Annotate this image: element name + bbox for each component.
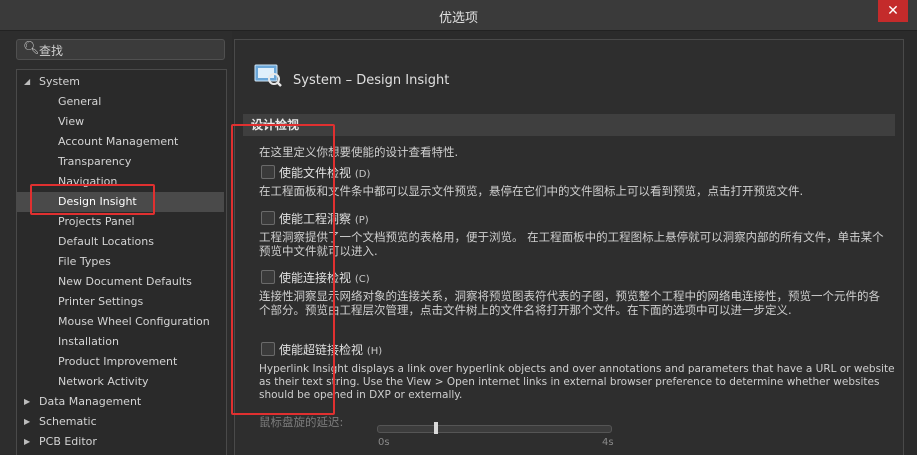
tree-item-transparency[interactable]: Transparency [58, 152, 131, 172]
tree-item-mouse-wheel-configuration[interactable]: Mouse Wheel Configuration [58, 312, 210, 332]
slider-thumb[interactable] [434, 422, 438, 434]
tree-item-account-management[interactable]: Account Management [58, 132, 178, 152]
settings-content: System – Design Insight 设计检视 在这里定义你想要使能的… [234, 39, 904, 455]
enable-project-insight-label[interactable]: 使能工程洞察 (P) [279, 210, 369, 227]
project-insight-description: 工程洞察提供了一个文档预览的表格用，便于浏览。 在工程面板中的工程图标上悬停就可… [259, 230, 884, 258]
tree-item-network-activity[interactable]: Network Activity [58, 372, 149, 392]
enable-connectivity-insight-label[interactable]: 使能连接检视 (C) [279, 269, 370, 286]
tree-item-projects-panel[interactable]: Projects Panel [58, 212, 135, 232]
enable-project-insight-checkbox[interactable] [261, 211, 275, 225]
tree-item-view[interactable]: View [58, 112, 84, 132]
left-panel: 🔍︎ 查找 ◢ System General View Account Mana… [0, 31, 232, 455]
connectivity-insight-description: 连接性洞察显示网络对象的连接关系，洞察将预览图表符代表的子图，预览整个工程中的网… [259, 289, 880, 317]
right-panel: System – Design Insight 设计检视 在这里定义你想要使能的… [232, 31, 917, 455]
page-title: System – Design Insight [293, 73, 450, 88]
close-button[interactable]: ✕ [878, 0, 908, 22]
window-title: 优选项 [438, 11, 478, 26]
enable-connectivity-insight-checkbox[interactable] [261, 270, 275, 284]
enable-hyperlink-insight-checkbox[interactable] [261, 342, 275, 356]
design-insight-icon [254, 64, 282, 87]
search-input[interactable]: 🔍︎ 查找 [16, 39, 225, 60]
document-insight-description: 在工程面板和文件条中都可以显示文件预览，悬停在它们中的文件图标上可以看到预览，点… [259, 184, 804, 198]
tree-item-printer-settings[interactable]: Printer Settings [58, 292, 143, 312]
search-label: 查找 [39, 44, 64, 58]
hyperlink-insight-description: Hyperlink Insight displays a link over h… [259, 363, 895, 401]
expanded-arrow-icon[interactable]: ◢ [24, 72, 30, 92]
hover-delay-slider[interactable] [377, 422, 612, 434]
slider-max-label: 4s [602, 437, 614, 448]
title-bar: 优选项 ✕ [0, 0, 917, 31]
tree-item-general[interactable]: General [58, 92, 101, 112]
tree-item-file-types[interactable]: File Types [58, 252, 111, 272]
options-tree: ◢ System General View Account Management… [16, 69, 227, 455]
search-icon: 🔍︎ [23, 41, 40, 56]
collapsed-arrow-icon[interactable]: ▶ [24, 432, 30, 452]
section-header: 设计检视 [243, 114, 895, 136]
hover-delay-label: 鼠标盘旋的延迟: [259, 415, 344, 429]
slider-min-label: 0s [378, 437, 390, 448]
tree-item-product-improvement[interactable]: Product Improvement [58, 352, 177, 372]
collapsed-arrow-icon[interactable]: ▶ [24, 412, 30, 432]
enable-document-insight-label[interactable]: 使能文件检视 (D) [279, 164, 370, 181]
tree-item-new-document-defaults[interactable]: New Document Defaults [58, 272, 192, 292]
intro-text: 在这里定义你想要使能的设计查看特性. [259, 145, 459, 159]
enable-document-insight-checkbox[interactable] [261, 165, 275, 179]
enable-hyperlink-insight-label[interactable]: 使能超链接检视 (H) [279, 341, 382, 358]
tree-item-default-locations[interactable]: Default Locations [58, 232, 154, 252]
tree-item-navigation[interactable]: Navigation [58, 172, 117, 192]
tree-item-design-insight[interactable]: Design Insight [17, 192, 224, 212]
tree-item-installation[interactable]: Installation [58, 332, 119, 352]
collapsed-arrow-icon[interactable]: ▶ [24, 392, 30, 412]
